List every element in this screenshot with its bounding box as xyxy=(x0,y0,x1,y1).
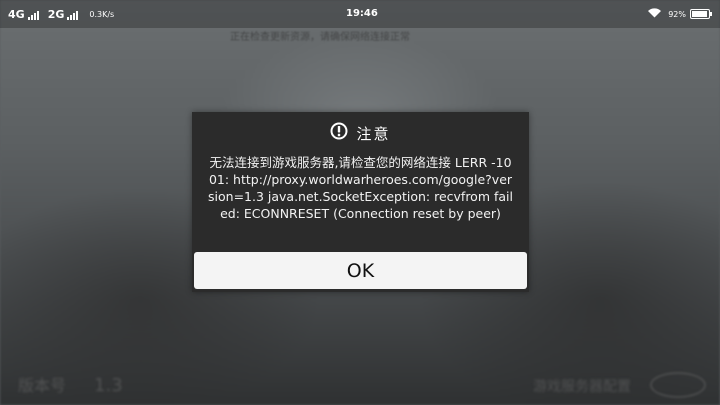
clock: 19:46 xyxy=(346,8,378,19)
alert-icon xyxy=(330,122,348,144)
ok-button[interactable]: OK xyxy=(194,252,527,289)
network-type-1: 4G xyxy=(8,8,25,21)
network-speed: 0.3K/s xyxy=(89,10,115,19)
version-info: 版本号 1.3 xyxy=(18,372,123,396)
loading-notice: 正在检查更新资源，请确保网络连接正常 xyxy=(230,32,410,43)
network-status: 4G 2G 0.3K/s xyxy=(8,8,114,21)
network-type-2: 2G xyxy=(47,8,65,21)
server-config-icon xyxy=(650,372,706,398)
dialog-message: 无法连接到游戏服务器,请检查您的网络连接 LERR -1001: http://… xyxy=(208,155,513,221)
server-config-label: 游戏服务器配置 xyxy=(533,379,631,395)
battery-icon xyxy=(690,9,712,19)
signal-icon xyxy=(27,10,40,20)
version-label: 版本号 xyxy=(18,376,67,395)
battery-percent: 92% xyxy=(668,9,686,19)
error-dialog: 注意 无法连接到游戏服务器,请检查您的网络连接 LERR -1001: http… xyxy=(192,112,529,292)
signal-icon xyxy=(67,10,79,20)
status-bar: 4G 2G 0.3K/s 19:46 92% xyxy=(0,0,720,28)
wifi-icon xyxy=(647,7,662,21)
dialog-title: 注意 xyxy=(356,124,391,143)
battery-level xyxy=(692,11,707,17)
version-number: 1.3 xyxy=(94,375,123,396)
system-status: 92% xyxy=(647,7,712,21)
dialog-header: 注意 xyxy=(192,118,529,148)
